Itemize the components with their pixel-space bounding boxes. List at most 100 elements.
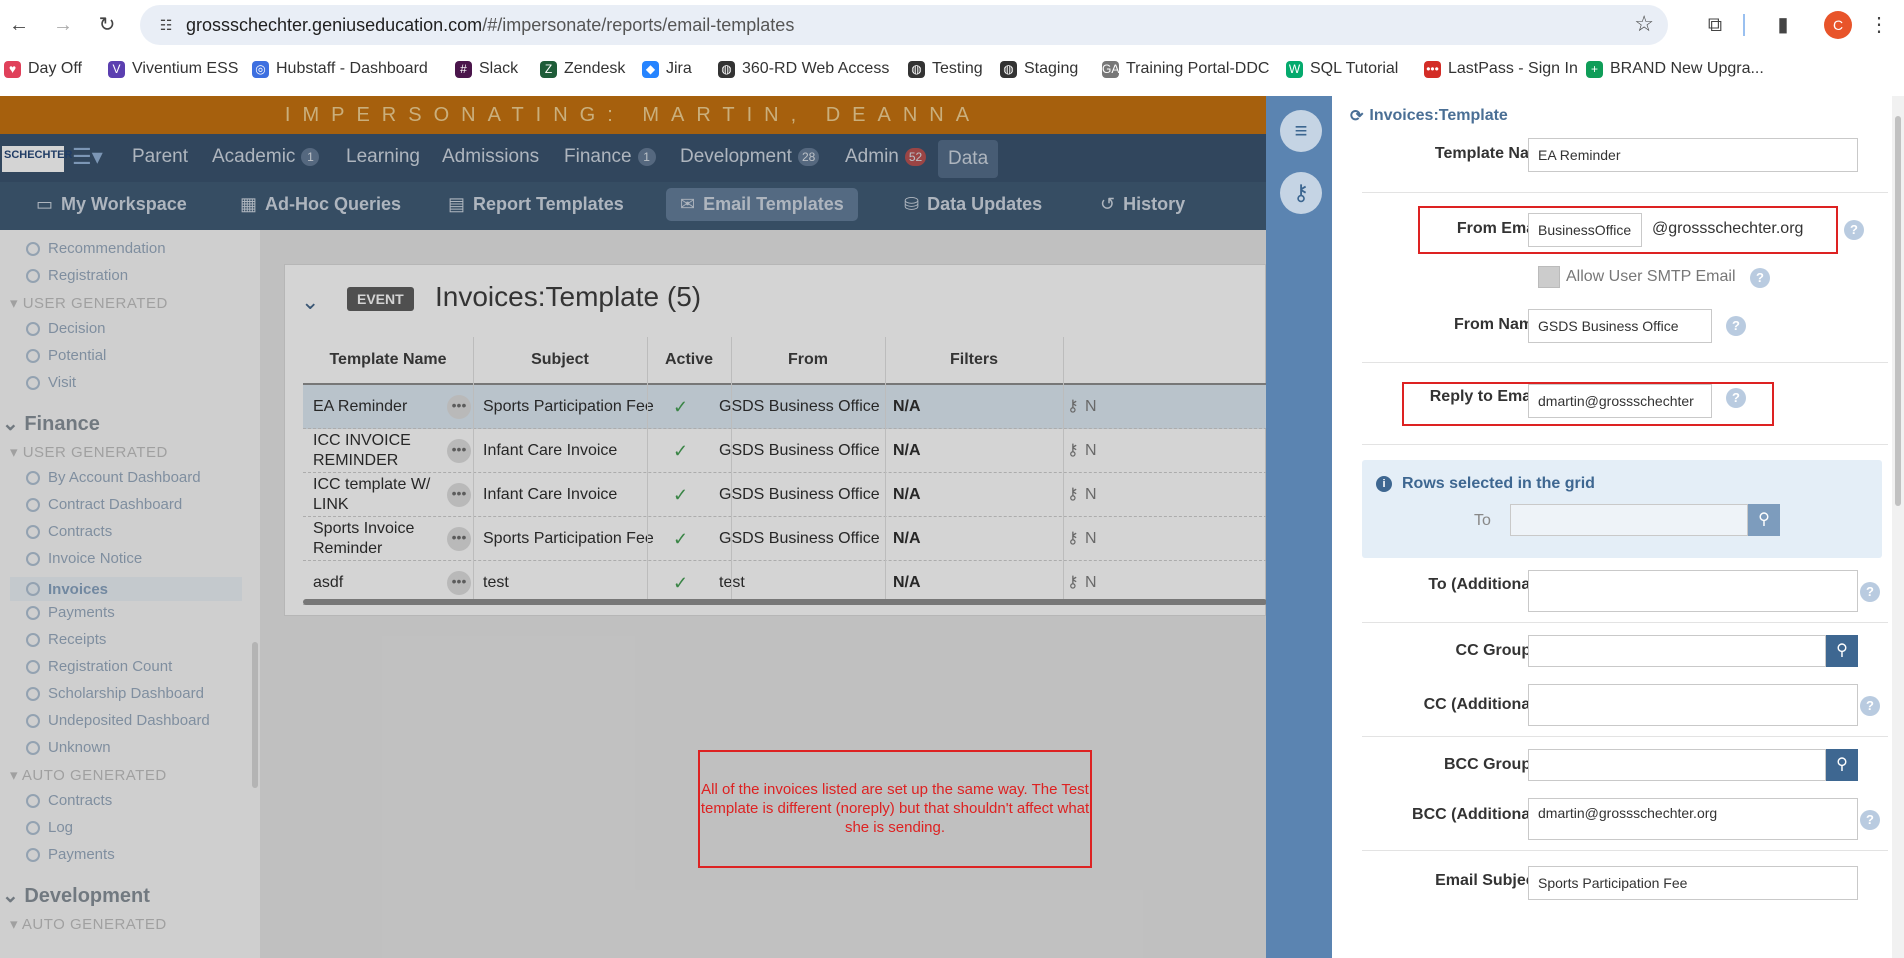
bookmark-4[interactable]: Z Zendesk — [540, 60, 625, 78]
help-icon[interactable]: ? — [1844, 220, 1864, 240]
bookmark-label: Testing — [932, 60, 983, 77]
from-email-label: From Email — [1456, 220, 1544, 237]
toolbar-divider — [1743, 14, 1745, 36]
bookmark-6[interactable]: ◍ 360-RD Web Access — [718, 60, 889, 78]
bookmark-10[interactable]: W SQL Tutorial — [1286, 60, 1398, 78]
browser-chrome: ← → ↻ ☷ grossschechter.geniuseducation.c… — [0, 0, 1904, 96]
from-email-input[interactable]: BusinessOffice — [1528, 213, 1642, 247]
allow-smtp-label: Allow User SMTP Email — [1566, 268, 1736, 285]
help-icon[interactable]: ? — [1750, 268, 1770, 288]
from-name-input[interactable]: GSDS Business Office — [1528, 309, 1712, 343]
divider — [1362, 622, 1888, 623]
cc-groups-label: CC Groups — [1455, 642, 1540, 659]
bookmark-label: BRAND New Upgra... — [1610, 60, 1764, 77]
globe-icon: ◍ — [718, 60, 735, 78]
profile-avatar[interactable]: C — [1824, 11, 1852, 39]
bookmark-label: SQL Tutorial — [1310, 60, 1399, 77]
to-label: To — [1474, 512, 1491, 529]
rows-selected-text: Rows selected in the grid — [1402, 475, 1595, 492]
to-additional-textarea[interactable] — [1528, 570, 1858, 612]
help-icon[interactable]: ? — [1726, 316, 1746, 336]
forward-arrow-icon[interactable]: → — [48, 10, 78, 40]
bookmark-label: Training Portal-DDC — [1126, 60, 1270, 77]
bookmark-12[interactable]: + BRAND New Upgra... — [1586, 60, 1764, 78]
bookmark-11[interactable]: ••• LastPass - Sign In — [1424, 60, 1578, 78]
globe-icon: ◍ — [1000, 60, 1017, 78]
bookmark-2[interactable]: ◎ Hubstaff - Dashboard — [252, 60, 428, 78]
app: IMPERSONATING: MARTIN, DEANNA SCHECHTER … — [0, 96, 1904, 958]
slack-icon: # — [455, 60, 472, 78]
settings-sliders-icon[interactable]: ≡ — [1280, 110, 1322, 152]
extensions-icon[interactable]: ⧉ — [1700, 10, 1730, 40]
template-name-input[interactable]: EA Reminder — [1528, 138, 1858, 172]
zendesk-icon: Z — [540, 60, 557, 78]
cc-additional-textarea[interactable] — [1528, 684, 1858, 726]
to-additional-label: To (Additional) — [1428, 576, 1540, 593]
v-logo-icon: V — [108, 60, 125, 78]
allow-smtp-checkbox[interactable] — [1538, 266, 1560, 288]
globe-icon: ◍ — [908, 60, 925, 78]
bookmark-label: 360-RD Web Access — [742, 60, 890, 77]
lastpass-icon: ••• — [1424, 60, 1441, 78]
sheets-icon: + — [1586, 60, 1603, 78]
address-bar[interactable]: ☷ grossschechter.geniuseducation.com/#/i… — [140, 5, 1668, 45]
search-icon[interactable]: ⚲ — [1748, 504, 1780, 536]
bookmark-5[interactable]: ◆ Jira — [642, 60, 692, 78]
bookmark-star-icon[interactable]: ☆ — [1634, 11, 1654, 37]
url-host: grossschechter.geniuseducation.com — [186, 15, 483, 35]
help-icon[interactable]: ? — [1860, 582, 1880, 602]
help-icon[interactable]: ? — [1726, 388, 1746, 408]
divider — [1362, 444, 1888, 445]
divider — [1362, 362, 1888, 363]
divider — [1362, 850, 1888, 851]
bookmark-0[interactable]: ♥ Day Off — [4, 60, 82, 78]
bookmark-3[interactable]: # Slack — [455, 60, 518, 78]
rows-selected-box: i Rows selected in the grid To ⚲ — [1362, 460, 1882, 558]
divider — [1362, 192, 1888, 193]
cc-groups-input[interactable] — [1528, 635, 1826, 667]
hubstaff-icon: ◎ — [252, 60, 269, 78]
reply-to-email-input[interactable]: dmartin@grossschechter — [1528, 384, 1712, 418]
bcc-groups-label: BCC Groups — [1444, 756, 1540, 773]
bookmark-7[interactable]: ◍ Testing — [908, 60, 983, 78]
bookmark-label: Staging — [1024, 60, 1079, 77]
annotation-note: All of the invoices listed are set up th… — [698, 750, 1092, 868]
heart-icon: ♥ — [4, 60, 21, 78]
menu-icon[interactable]: ⋮ — [1864, 10, 1894, 40]
bookmark-label: Zendesk — [564, 60, 626, 77]
jira-icon: ◆ — [642, 60, 659, 78]
side-panel-icon[interactable]: ▮ — [1768, 10, 1798, 40]
search-icon[interactable]: ⚲ — [1826, 635, 1858, 667]
panel-title: ⟳ Invoices:Template — [1350, 106, 1508, 126]
site-info-icon[interactable]: ☷ — [154, 13, 178, 37]
toolbar: ← → ↻ ☷ grossschechter.geniuseducation.c… — [0, 0, 1904, 50]
reload-icon[interactable]: ↻ — [92, 10, 122, 40]
bookmark-label: Viventium ESS — [132, 60, 239, 77]
panel-scrollbar[interactable] — [1892, 96, 1904, 958]
bcc-additional-textarea[interactable]: dmartin@grossschechter.org — [1528, 798, 1858, 840]
back-arrow-icon[interactable]: ← — [4, 10, 34, 40]
bookmark-9[interactable]: GA Training Portal-DDC — [1102, 60, 1269, 78]
bookmark-1[interactable]: V Viventium ESS — [108, 60, 238, 78]
to-input[interactable] — [1510, 504, 1748, 536]
template-editor-panel: ⟳ Invoices:Template Template Name EA Remi… — [1332, 96, 1892, 958]
info-icon: i — [1376, 476, 1392, 492]
url-text: grossschechter.geniuseducation.com/#/imp… — [186, 15, 794, 36]
bookmark-label: Jira — [666, 60, 692, 77]
email-subject-input[interactable]: Sports Participation Fee — [1528, 866, 1858, 900]
from-name-label: From Name — [1453, 316, 1542, 333]
template-icon: ⟳ — [1350, 108, 1364, 125]
help-icon[interactable]: ? — [1860, 696, 1880, 716]
key-icon[interactable]: ⚷ — [1280, 172, 1322, 214]
bookmarks-bar: ♥ Day Off V Viventium ESS ◎ Hubstaff - Dashbo… — [0, 56, 1904, 86]
url-path: /#/impersonate/reports/email-templates — [482, 15, 795, 35]
search-icon[interactable]: ⚲ — [1826, 749, 1858, 781]
ga-icon: GA — [1102, 60, 1120, 78]
bcc-groups-input[interactable] — [1528, 749, 1826, 781]
cc-additional-label: CC (Additional) — [1423, 696, 1540, 713]
bookmark-8[interactable]: ◍ Staging — [1000, 60, 1078, 78]
bcc-additional-label: BCC (Additional) — [1412, 806, 1540, 823]
help-icon[interactable]: ? — [1860, 810, 1880, 830]
email-subject-label: Email Subject — [1435, 872, 1540, 889]
reply-to-email-label: Reply to Email — [1429, 388, 1540, 405]
